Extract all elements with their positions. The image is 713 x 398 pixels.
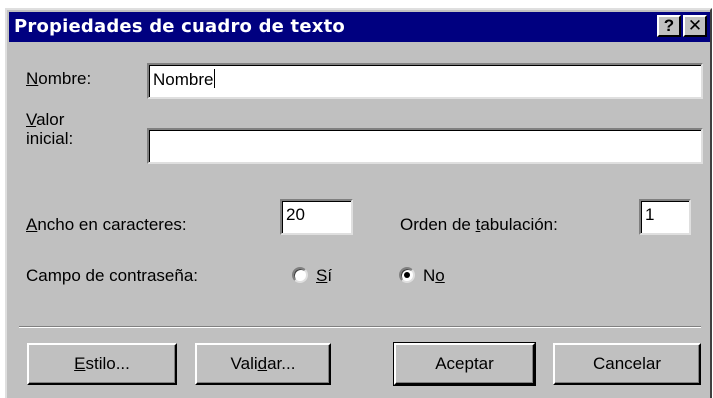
nombre-input[interactable]: Nombre: [147, 63, 703, 99]
radio-no[interactable]: [399, 267, 415, 283]
orden-label: Orden de tabulación:: [400, 215, 558, 234]
textbox-properties-dialog: Propiedades de cuadro de texto ? ✕ Nombr…: [5, 8, 712, 398]
close-button[interactable]: ✕: [683, 15, 707, 37]
validar-button[interactable]: Validar...: [195, 343, 331, 385]
valor-inicial-input[interactable]: [147, 128, 703, 164]
radio-selected-dot: [404, 272, 410, 278]
estilo-button[interactable]: Estilo...: [27, 343, 177, 385]
close-icon: ✕: [687, 16, 703, 35]
title-bar[interactable]: Propiedades de cuadro de texto ? ✕: [9, 12, 710, 42]
ancho-label: Ancho en caracteres:: [26, 215, 187, 234]
separator-highlight: [19, 327, 701, 328]
valor-inicial-label: Valor inicial:: [26, 110, 74, 148]
nombre-label: Nombre:: [26, 69, 92, 88]
orden-input[interactable]: 1: [639, 199, 691, 235]
ancho-input[interactable]: 20: [280, 199, 353, 235]
help-button[interactable]: ?: [657, 15, 681, 37]
password-field-label: Campo de contraseña:: [26, 266, 198, 285]
radio-no-label[interactable]: No: [423, 266, 445, 286]
cancelar-button[interactable]: Cancelar: [553, 343, 701, 385]
dialog-title: Propiedades de cuadro de texto: [14, 16, 345, 37]
radio-si[interactable]: [292, 267, 308, 283]
help-icon: ?: [663, 16, 675, 35]
text-caret: [214, 69, 216, 88]
radio-si-label[interactable]: Sí: [316, 266, 332, 286]
aceptar-button[interactable]: Aceptar: [393, 342, 536, 386]
